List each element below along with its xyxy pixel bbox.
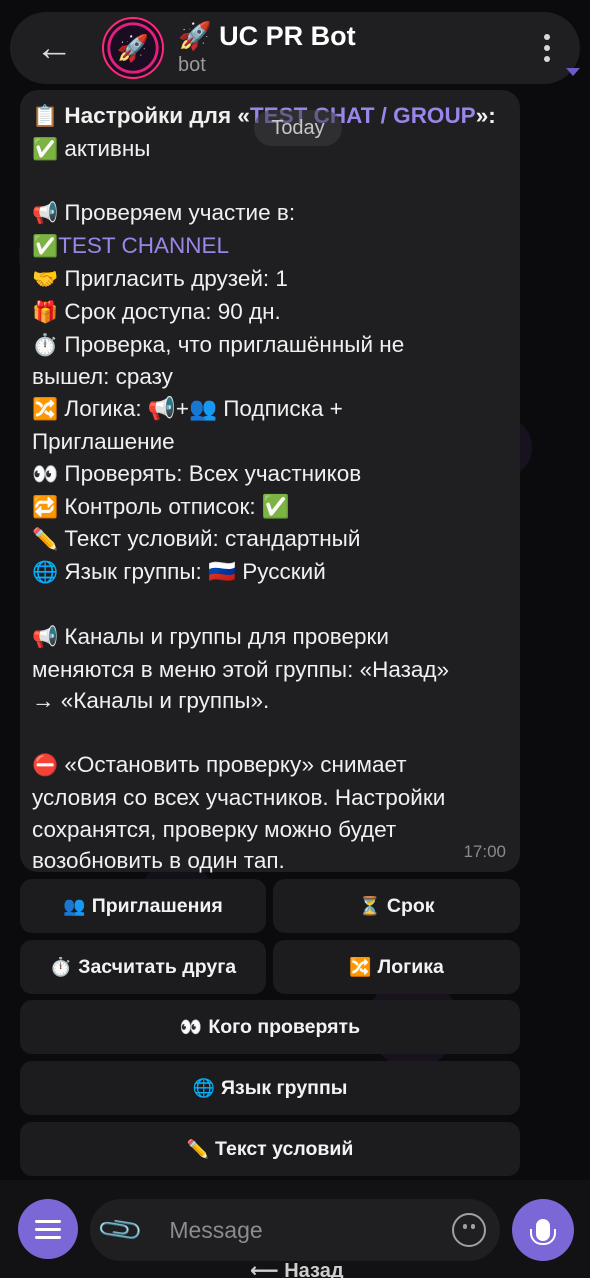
message-line: ✏️ Текст условий: стандартный bbox=[32, 526, 361, 552]
term-button[interactable]: ⏳ Срок bbox=[273, 879, 520, 933]
message-line: вышел: сразу bbox=[32, 364, 173, 390]
more-vertical-icon bbox=[544, 34, 550, 40]
handshake-icon: 🤝 bbox=[32, 267, 59, 291]
globe-icon: 🌐 bbox=[192, 1077, 216, 1098]
shuffle-icon: 🔀 bbox=[32, 398, 59, 422]
message-line: ✅TEST CHANNEL bbox=[32, 230, 508, 263]
gift-icon: 🎁 bbox=[32, 300, 59, 324]
message-line: 🤝 Пригласить друзей: 1 bbox=[32, 265, 288, 291]
megaphone-icon: 📢 bbox=[32, 625, 59, 649]
message-input[interactable]: 📎 Message bbox=[90, 1199, 500, 1261]
no-entry-icon: ⛔ bbox=[32, 753, 59, 777]
attach-icon[interactable]: 📎 bbox=[95, 1205, 146, 1256]
microphone-icon bbox=[530, 1219, 556, 1245]
eyes-icon: 👀 bbox=[179, 1016, 203, 1037]
megaphone-icon: 📢 bbox=[32, 202, 59, 226]
people-icon: 👥 bbox=[63, 895, 86, 916]
stopwatch-icon: ⏱️ bbox=[49, 956, 73, 977]
message-line: 🔀 Логика: 📢+👥 Подписка + bbox=[32, 396, 343, 422]
pencil-icon: ✏️ bbox=[32, 528, 59, 552]
check-icon: ✅ bbox=[32, 235, 59, 259]
clipboard-icon: 📋 bbox=[32, 105, 59, 128]
logic-button[interactable]: 🔀 Логика bbox=[273, 940, 520, 994]
chat-subtitle: bot bbox=[178, 53, 206, 76]
bot-avatar[interactable]: 🚀 bbox=[102, 17, 164, 79]
voice-record-button[interactable] bbox=[512, 1199, 574, 1261]
message-line: сохранятся, проверку можно будет bbox=[32, 816, 397, 842]
message-line: условия со всех участников. Настройки bbox=[32, 784, 446, 810]
chat-header: ← 🚀 🚀 UC PR Bot bot bbox=[10, 12, 580, 84]
date-pill: Today bbox=[254, 110, 342, 146]
message-bubble[interactable]: 📋 Настройки для «TEST CHAT / GROUP»: ✅ а… bbox=[20, 90, 520, 873]
menu-icon bbox=[35, 1219, 61, 1223]
emoji-icon[interactable] bbox=[452, 1213, 486, 1247]
who-check-button[interactable]: 👀 Кого проверять bbox=[20, 1000, 520, 1054]
message-line: возобновить в один тап. bbox=[32, 848, 285, 874]
hourglass-icon: ⏳ bbox=[358, 895, 381, 916]
message-line: меняются в меню этой группы: «Назад» bbox=[32, 656, 450, 682]
repeat-icon: 🔁 bbox=[32, 495, 59, 519]
back-keyboard-button-peek[interactable]: ⟵ Назад bbox=[250, 1258, 344, 1278]
message-line: → «Каналы и группы». bbox=[32, 688, 270, 714]
message-line: 📢 Каналы и группы для проверки bbox=[32, 623, 389, 649]
message-line: ⛔ «Остановить проверку» снимает bbox=[32, 751, 407, 777]
message-line: 🔁 Контроль отписок: ✅ bbox=[32, 493, 290, 519]
bot-menu-button[interactable] bbox=[18, 1199, 78, 1259]
arrow-left-icon: ← bbox=[35, 27, 73, 69]
stopwatch-icon: ⏱️ bbox=[32, 333, 59, 357]
rocket-logo-icon: 🚀 bbox=[116, 32, 150, 63]
message-placeholder: Message bbox=[169, 1216, 263, 1243]
more-menu-button[interactable] bbox=[544, 34, 550, 62]
eyes-icon: 👀 bbox=[32, 462, 59, 486]
invites-button[interactable]: 👥 Приглашения bbox=[20, 879, 266, 933]
message-line: 🌐 Язык группы: 🇷🇺 Русский bbox=[32, 559, 326, 585]
terms-text-button[interactable]: ✏️ Текст условий bbox=[20, 1122, 520, 1176]
group-language-button[interactable]: 🌐 Язык группы bbox=[20, 1061, 520, 1115]
scroll-indicator bbox=[566, 68, 580, 76]
shuffle-icon: 🔀 bbox=[349, 956, 372, 977]
pencil-icon: ✏️ bbox=[186, 1138, 210, 1159]
check-icon: ✅ bbox=[32, 137, 59, 161]
message-line: ⏱️ Проверка, что приглашённый не bbox=[32, 331, 405, 357]
count-friend-button[interactable]: ⏱️ Засчитать друга bbox=[20, 940, 266, 994]
message-line: 📢 Проверяем участие в: bbox=[32, 200, 296, 226]
globe-icon: 🌐 bbox=[32, 561, 59, 585]
channel-link[interactable]: TEST CHANNEL bbox=[58, 233, 229, 258]
message-line: 👀 Проверять: Всех участников bbox=[32, 460, 362, 486]
chat-title: 🚀 UC PR Bot bbox=[178, 20, 356, 51]
message-line: Приглашение bbox=[32, 428, 175, 454]
message-time: 17:00 bbox=[463, 842, 506, 861]
back-button[interactable]: ← bbox=[24, 18, 84, 78]
chat-title-block[interactable]: 🚀 UC PR Bot bot bbox=[178, 20, 356, 77]
message-line: 🎁 Срок доступа: 90 дн. bbox=[32, 298, 281, 324]
